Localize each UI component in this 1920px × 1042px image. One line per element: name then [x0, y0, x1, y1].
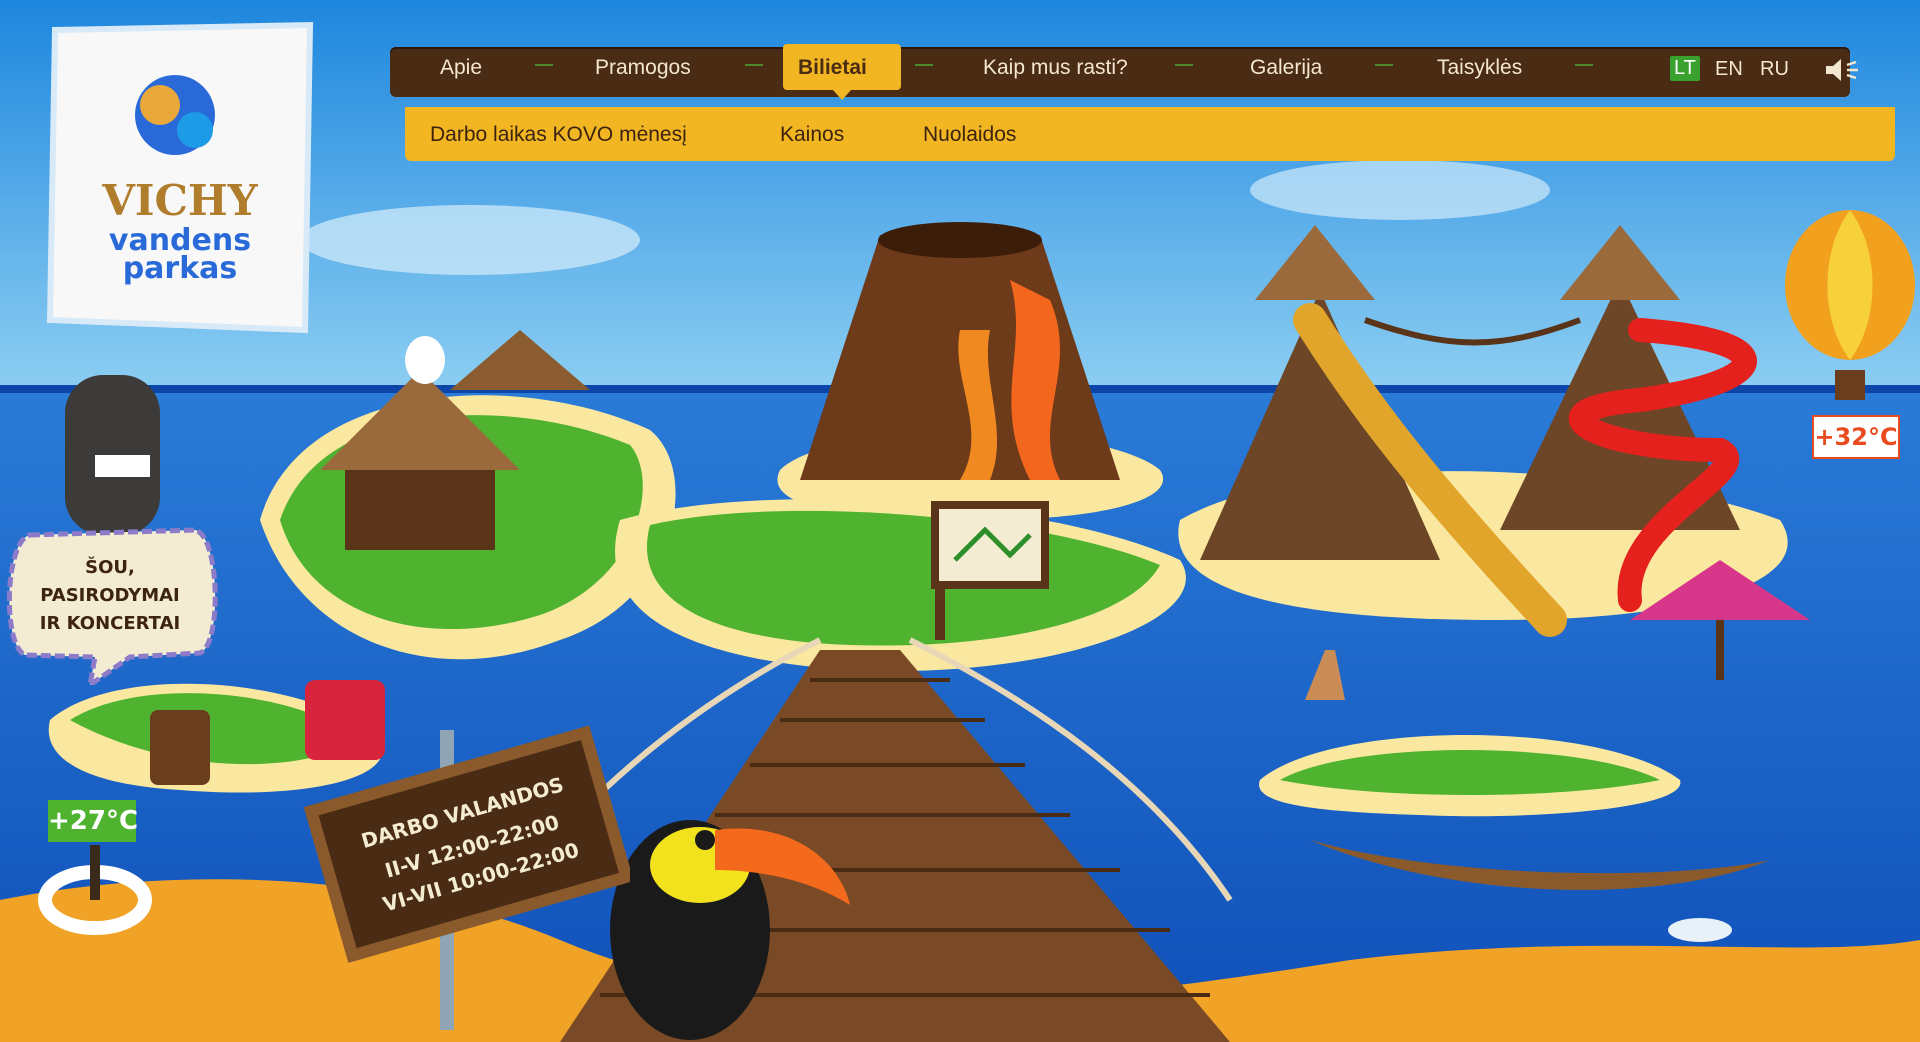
- water-temperature: +27°C: [48, 800, 138, 842]
- main-navigation: Apie Pramogos Bilietai Kaip mus rasti? G…: [345, 42, 1900, 104]
- nav-item-bilietai[interactable]: Bilietai: [798, 56, 867, 80]
- barrel: [150, 710, 210, 785]
- nav-item-pramogos[interactable]: Pramogos: [595, 56, 691, 80]
- volcano-crater: [878, 222, 1042, 258]
- nav-item-apie[interactable]: Apie: [440, 56, 482, 80]
- lifebuoy-post: [90, 845, 100, 900]
- toucan-eye: [695, 830, 715, 850]
- fish: [1668, 918, 1732, 942]
- speaker-icon[interactable]: [1823, 56, 1863, 84]
- nav-separator: [915, 64, 933, 66]
- logo-line3: parkas: [123, 251, 238, 286]
- nav-separator: [745, 64, 763, 66]
- language-lt[interactable]: LT: [1670, 56, 1700, 81]
- show-bubble-line1: ŠOU,: [85, 556, 135, 578]
- nav-item-kaip-mus-rasti[interactable]: Kaip mus rasti?: [983, 56, 1128, 80]
- show-bubble[interactable]: ŠOU, PASIRODYMAI IR KONCERTAI: [0, 525, 225, 685]
- logo-line1: VICHY: [101, 176, 258, 225]
- vichy-logo[interactable]: VICHY vandens parkas: [20, 10, 335, 335]
- show-bubble-line2: PASIRODYMAI: [40, 585, 180, 606]
- balloon-basket: [1835, 370, 1865, 400]
- language-en[interactable]: EN: [1715, 58, 1743, 81]
- tiki-mouth: [95, 455, 150, 477]
- language-ru[interactable]: RU: [1760, 58, 1789, 81]
- nav-separator: [1175, 64, 1193, 66]
- nav-item-galerija[interactable]: Galerija: [1250, 56, 1322, 80]
- cloud: [300, 205, 640, 275]
- cloud: [1250, 160, 1550, 220]
- nav-separator: [1575, 64, 1593, 66]
- subnav-item-kainos[interactable]: Kainos: [780, 123, 844, 147]
- hut-base: [345, 470, 495, 550]
- nav-separator: [1375, 64, 1393, 66]
- vichy-water-park-page: VICHY vandens parkas ŠOU, PASIRODYMAI IR…: [0, 0, 1920, 1042]
- map-sign[interactable]: [931, 501, 1049, 589]
- nav-item-taisykles[interactable]: Taisyklės: [1437, 56, 1522, 80]
- show-bubble-line3: IR KONCERTAI: [40, 613, 180, 634]
- umbrella-pole: [1716, 620, 1724, 680]
- skull: [405, 336, 445, 384]
- working-hours-sign: DARBO VALANDOS II-V 12:00-22:00 VI-VII 1…: [303, 725, 630, 963]
- sub-navigation: Darbo laikas KOVO mėnesį Kainos Nuolaido…: [405, 107, 1895, 161]
- air-temperature: +32°C: [1812, 415, 1900, 459]
- subnav-item-darbo-laikas[interactable]: Darbo laikas KOVO mėnesį: [430, 123, 687, 147]
- subnav-item-nuolaidos[interactable]: Nuolaidos: [923, 123, 1016, 147]
- nav-separator: [535, 64, 553, 66]
